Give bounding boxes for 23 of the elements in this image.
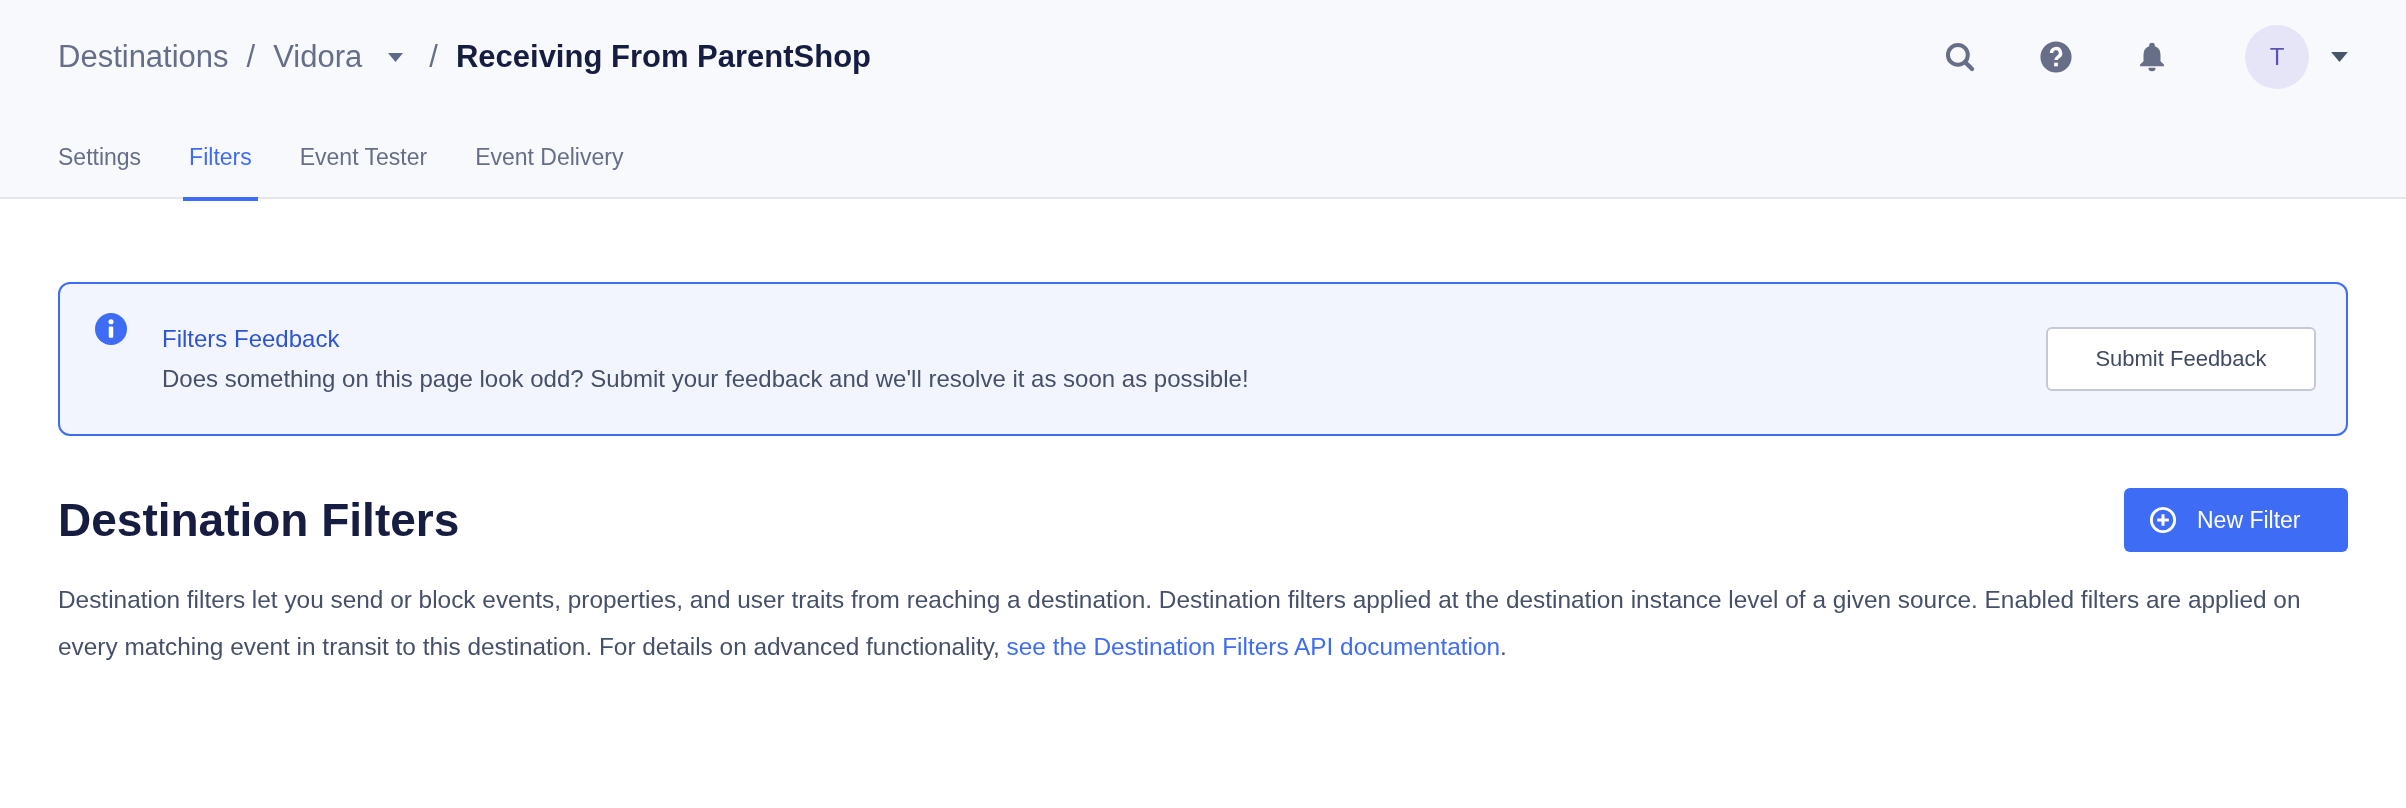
user-avatar[interactable]: T [2245,25,2309,89]
plus-circle-icon [2149,506,2177,534]
search-icon[interactable] [1943,40,1977,74]
caret-icon[interactable] [2331,52,2348,62]
caret-icon [388,52,404,62]
breadcrumb-current: Receiving From ParentShop [455,39,872,75]
documentation-link[interactable]: see the Destination Filters API documentation [1006,633,1501,660]
tab[interactable]: Event Tester [293,114,434,201]
new-filter-button[interactable]: New Filter [2124,488,2348,552]
info-icon [95,313,127,345]
breadcrumb-link[interactable]: Destinations [58,39,229,75]
description-text: Destination filters let you send or block events, properties, and user traits from reaching a destination. Destination filters applied at the destination instance level of a given source. Enabled filters are applied on every matching event in transit to this destination. For details on advanced functionality, see the Destination Filters API documentation. [58,585,2302,662]
banner-message: Does something on this page look odd? Submit your feedback and we'll resolve it as soon as possible! [162,365,1250,393]
tab[interactable]: Settings [52,114,148,201]
breadcrumb-dropdown[interactable]: Vidora [273,39,412,75]
banner-title: Filters Feedback [162,325,341,353]
help-icon[interactable] [2039,40,2073,74]
breadcrumb-separator: / [429,39,438,75]
tab[interactable]: Event Delivery [469,114,630,201]
breadcrumb-separator: / [246,39,256,75]
section-heading: Destination Filters [58,493,460,547]
tab[interactable]: Filters [183,114,258,201]
submit-feedback-button[interactable]: Submit Feedback [2046,327,2316,391]
